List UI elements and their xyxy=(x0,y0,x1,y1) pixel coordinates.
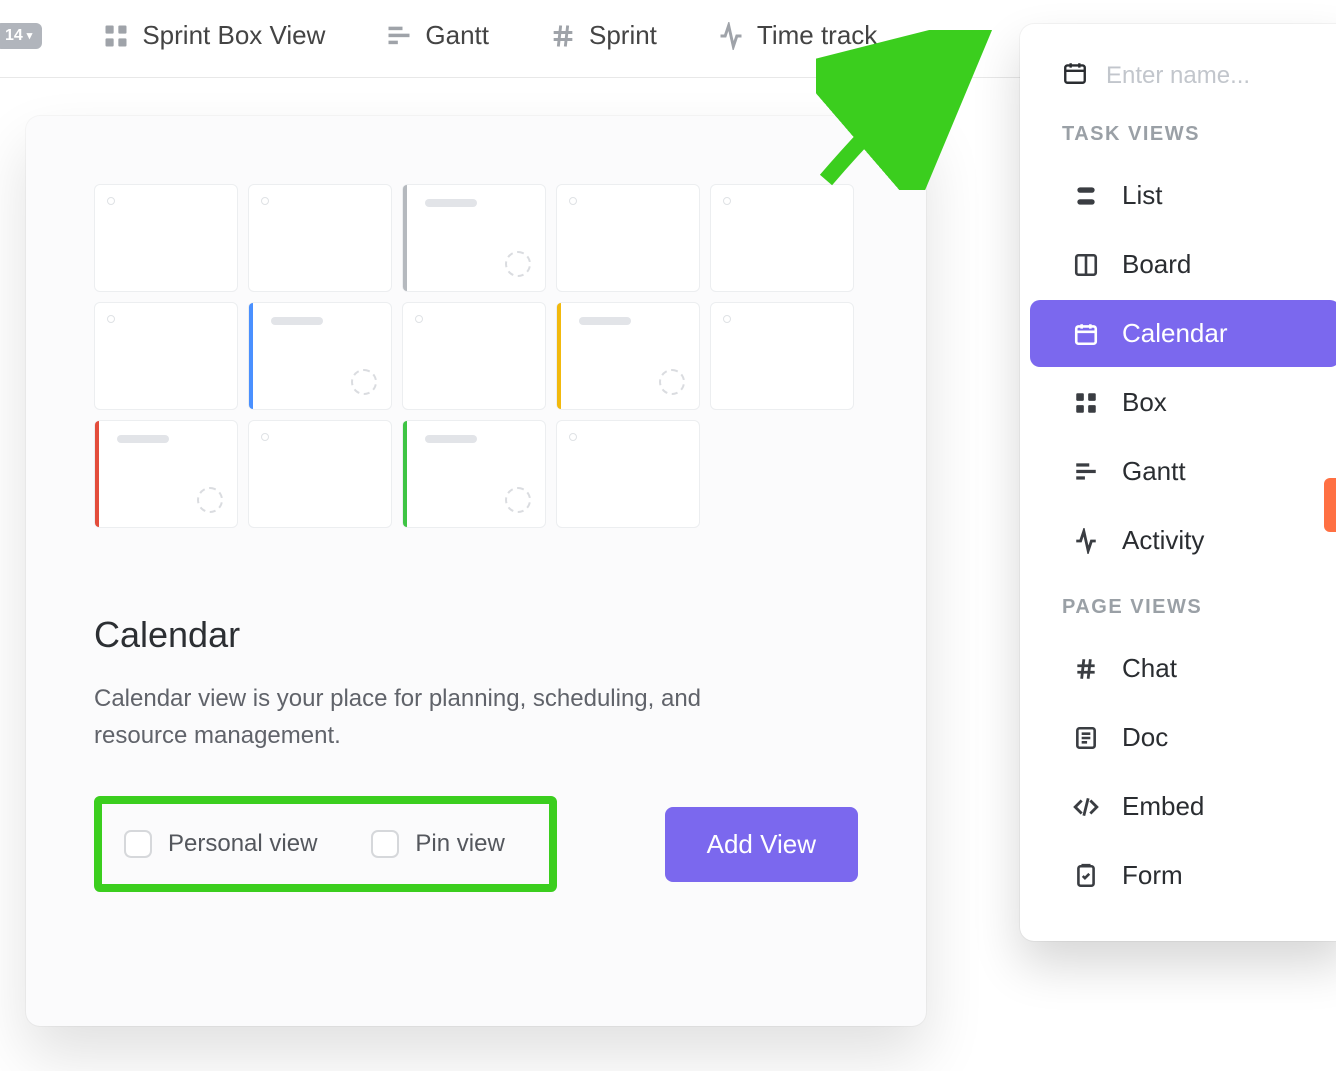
view-option-doc[interactable]: Doc xyxy=(1030,704,1336,771)
gantt-icon xyxy=(385,22,413,50)
checkbox-icon xyxy=(371,830,399,858)
tab-badge: 14 ▾ xyxy=(0,23,42,49)
calendar-icon xyxy=(1062,60,1088,91)
calendar-preview xyxy=(94,184,858,528)
view-option-label: Board xyxy=(1122,249,1191,280)
hash-icon xyxy=(1072,656,1100,682)
view-option-label: List xyxy=(1122,180,1162,211)
tab-sprint-box-view[interactable]: Sprint Box View xyxy=(102,20,325,51)
view-option-calendar[interactable]: Calendar xyxy=(1030,300,1336,367)
embed-icon xyxy=(1072,794,1100,820)
section-heading-task-views: TASK VIEWS xyxy=(1020,103,1336,160)
view-option-box[interactable]: Box xyxy=(1030,369,1336,436)
box-grid-icon xyxy=(102,22,130,50)
board-icon xyxy=(1072,252,1100,278)
tab-label: Time track xyxy=(757,20,877,51)
doc-icon xyxy=(1072,725,1100,751)
chevron-down-icon: ▾ xyxy=(27,29,33,42)
tab-sprint[interactable]: Sprint xyxy=(549,20,657,51)
view-option-label: Calendar xyxy=(1122,318,1228,349)
view-option-activity[interactable]: Activity xyxy=(1030,507,1336,574)
view-option-label: Chat xyxy=(1122,653,1177,684)
tab-label: Sprint Box View xyxy=(142,20,325,51)
checkbox-label: Pin view xyxy=(415,830,504,858)
view-name-input-row xyxy=(1020,60,1336,103)
gantt-icon xyxy=(1072,459,1100,485)
checkbox-icon xyxy=(124,830,152,858)
tab-label: Gantt xyxy=(425,20,489,51)
calendar-icon xyxy=(1072,321,1100,347)
annotation-highlight: Personal view Pin view xyxy=(94,796,557,892)
add-view-modal: Calendar Calendar view is your place for… xyxy=(26,116,926,1026)
view-option-embed[interactable]: Embed xyxy=(1030,773,1336,840)
hash-icon xyxy=(549,22,577,50)
view-option-gantt[interactable]: Gantt xyxy=(1030,438,1336,505)
activity-icon xyxy=(717,22,745,50)
view-option-label: Doc xyxy=(1122,722,1168,753)
view-option-label: Box xyxy=(1122,387,1167,418)
checkbox-personal-view[interactable]: Personal view xyxy=(124,830,317,858)
tab-gantt[interactable]: Gantt xyxy=(385,20,489,51)
view-option-label: Embed xyxy=(1122,791,1204,822)
box-grid-icon xyxy=(1072,390,1100,416)
activity-icon xyxy=(1072,528,1100,554)
modal-title: Calendar xyxy=(94,614,858,656)
view-option-label: Activity xyxy=(1122,525,1204,556)
tab-label: Sprint xyxy=(589,20,657,51)
view-option-chat[interactable]: Chat xyxy=(1030,635,1336,702)
form-icon xyxy=(1072,863,1100,889)
view-option-board[interactable]: Board xyxy=(1030,231,1336,298)
view-name-input[interactable] xyxy=(1106,62,1320,90)
view-option-label: Gantt xyxy=(1122,456,1186,487)
view-option-list[interactable]: List xyxy=(1030,162,1336,229)
checkbox-label: Personal view xyxy=(168,830,317,858)
view-option-label: Form xyxy=(1122,860,1183,891)
modal-footer: Personal view Pin view Add View xyxy=(94,796,858,892)
view-picker-panel: TASK VIEWS List Board Calendar Box Gantt xyxy=(1020,24,1336,941)
tab-time-tracking[interactable]: Time track xyxy=(717,20,877,51)
list-icon xyxy=(1072,183,1100,209)
section-heading-page-views: PAGE VIEWS xyxy=(1020,576,1336,633)
tab-subtasks[interactable]: s 14 ▾ xyxy=(0,20,42,51)
add-view-button[interactable]: Add View xyxy=(665,807,858,882)
checkbox-pin-view[interactable]: Pin view xyxy=(371,830,504,858)
side-edge-handle[interactable] xyxy=(1324,478,1336,532)
modal-description: Calendar view is your place for planning… xyxy=(94,680,764,754)
view-option-form[interactable]: Form xyxy=(1030,842,1336,909)
